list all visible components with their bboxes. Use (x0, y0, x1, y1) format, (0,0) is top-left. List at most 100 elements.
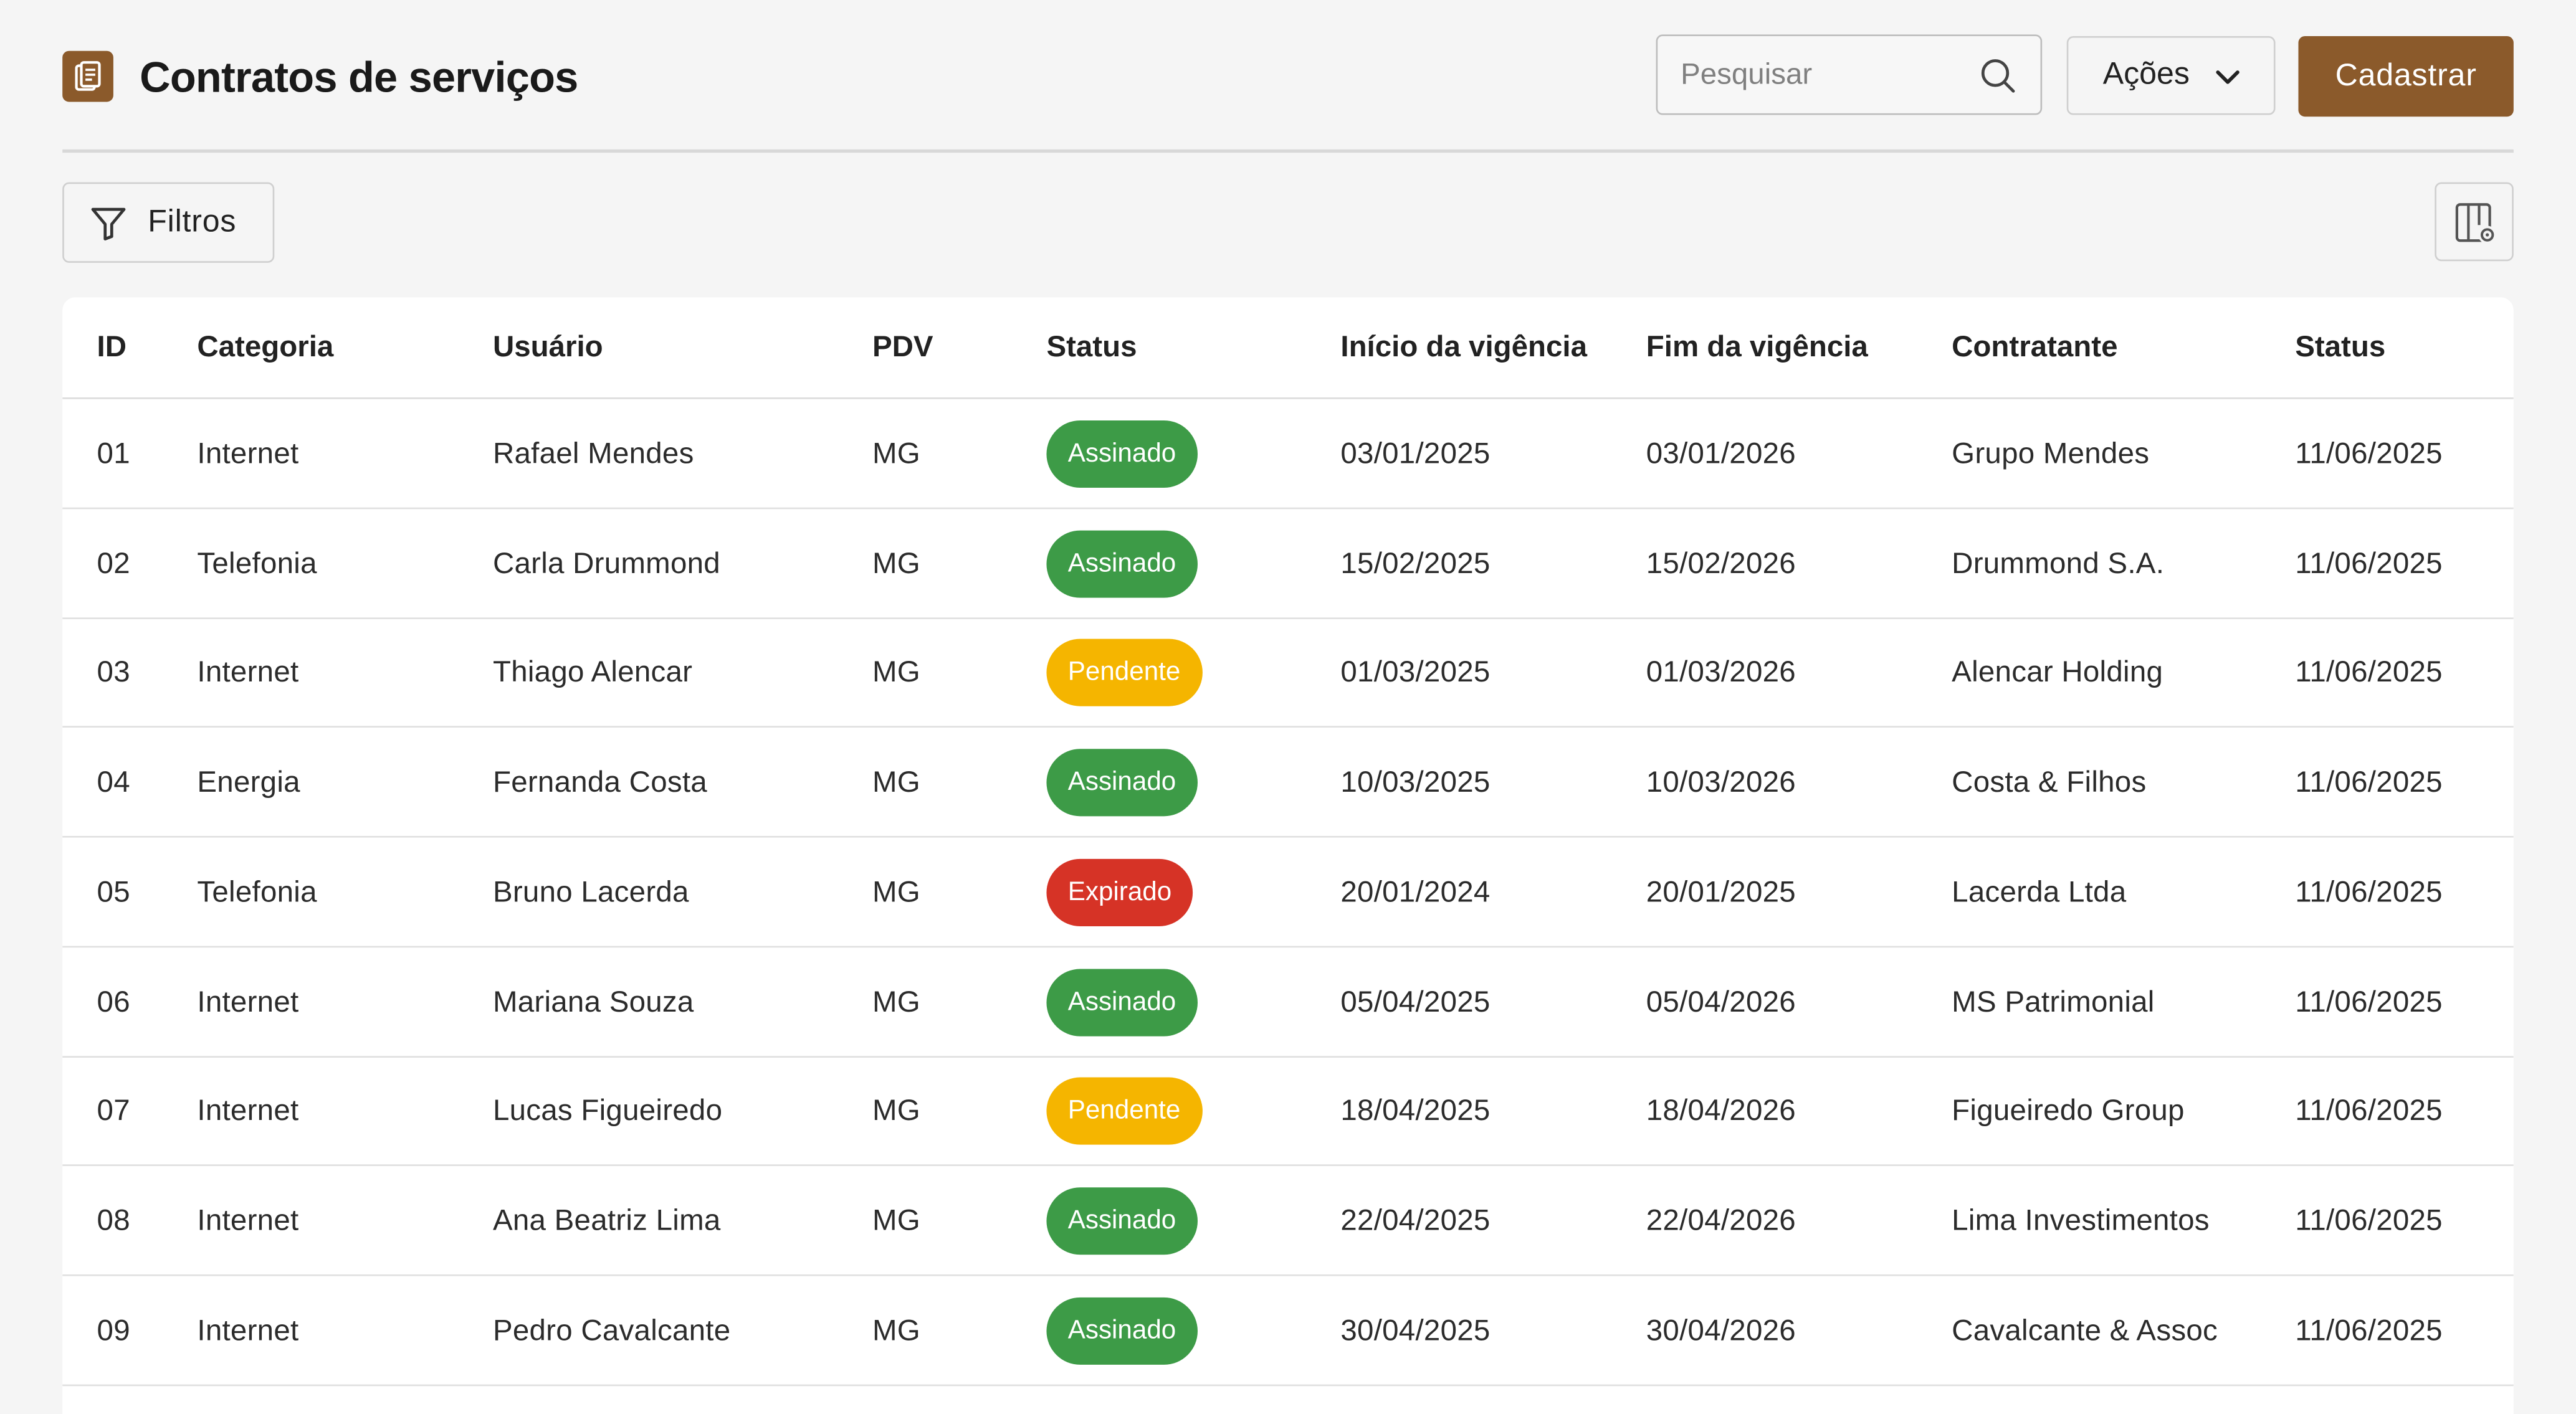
cell-pdv: MG (872, 875, 920, 908)
cell-id: 04 (97, 765, 130, 799)
page: Contratos de serviços Ações Cadastrar Fi… (0, 0, 2576, 1414)
cell-inicio: 10/03/2025 (1340, 765, 1491, 799)
table-row[interactable]: 07 Internet Lucas Figueiredo MG Pendente 18/0… (62, 1056, 2514, 1167)
search-input[interactable] (1681, 36, 1977, 113)
status-badge: Assinado (1046, 749, 1198, 817)
status-badge: Assinado (1046, 420, 1198, 488)
col-header-status[interactable]: Status (1046, 297, 1137, 396)
col-header-usuario[interactable]: Usuário (493, 297, 603, 396)
cell-pdv: MG (872, 655, 920, 689)
table-row[interactable]: 09 Internet Pedro Cavalcante MG Assinado 30/0… (62, 1275, 2514, 1386)
cell-contratante: Drummond S.A. (1952, 546, 2165, 579)
filters-button[interactable]: Filtros (62, 182, 275, 263)
col-header-fim[interactable]: Fim da vigência (1646, 297, 1868, 396)
cell-fim: 30/04/2026 (1646, 1313, 1796, 1346)
cell-fim: 01/03/2026 (1646, 655, 1796, 689)
table-row[interactable]: 06 Internet Mariana Souza MG Assinado 05/04/2… (62, 947, 2514, 1057)
table-row[interactable]: 01 Internet Rafael Mendes MG Assinado 03/01/2… (62, 399, 2514, 510)
actions-label: Ações (2102, 57, 2190, 92)
table-row[interactable]: 08 Internet Ana Beatriz Lima MG Assinado 22/0… (62, 1166, 2514, 1276)
cell-categoria: Internet (197, 984, 299, 1018)
cell-pdv: MG (872, 1313, 920, 1346)
table-row[interactable]: 05 Telefonia Bruno Lacerda MG Expirado 20/01/… (62, 837, 2514, 947)
cell-usuario: Pedro Cavalcante (492, 1313, 731, 1346)
register-button[interactable]: Cadastrar (2298, 36, 2514, 117)
status-badge: Assinado (1046, 968, 1198, 1036)
status-badge: Pendente (1046, 1078, 1202, 1146)
cell-contratante: Figueiredo Group (1952, 1094, 2185, 1127)
cell-id: 06 (97, 984, 130, 1018)
cell-fim: 18/04/2026 (1646, 1094, 1796, 1127)
cell-fim: 20/01/2025 (1646, 875, 1796, 908)
cell-categoria: Internet (197, 1094, 299, 1127)
contracts-table: ID Categoria Usuário PDV Status Início d… (62, 297, 2514, 1414)
col-header-pdv[interactable]: PDV (872, 297, 933, 396)
status-badge: Assinado (1046, 1187, 1198, 1255)
col-header-inicio[interactable]: Início da vigência (1340, 297, 1587, 396)
search-icon[interactable] (1978, 56, 2017, 95)
cell-contratante: Cavalcante & Assoc (1952, 1313, 2218, 1346)
cell-id: 05 (97, 875, 130, 908)
header-divider (62, 149, 2514, 153)
cell-inicio: 03/01/2025 (1340, 437, 1491, 470)
col-header-contratante[interactable]: Contratante (1952, 297, 2117, 396)
status-badge: Expirado (1046, 858, 1193, 926)
cell-inicio: 05/04/2025 (1340, 984, 1491, 1018)
table-row[interactable]: 02 Telefonia Carla Drummond MG Assinado 15/02… (62, 508, 2514, 619)
column-settings-button[interactable] (2435, 182, 2514, 262)
cell-inicio: 22/04/2025 (1340, 1203, 1491, 1236)
cell-usuario: Mariana Souza (492, 984, 694, 1018)
status-badge: Pendente (1046, 639, 1202, 707)
cell-usuario: Carla Drummond (492, 546, 720, 579)
chevron-down-icon (2216, 70, 2240, 84)
cell-inicio: 15/02/2025 (1340, 546, 1491, 579)
cell-usuario: Fernanda Costa (492, 765, 707, 799)
filter-icon (91, 207, 126, 240)
cell-usuario: Bruno Lacerda (492, 875, 689, 908)
cell-pdv: MG (872, 765, 920, 799)
actions-dropdown[interactable]: Ações (2066, 36, 2276, 115)
table-row[interactable]: 04 Energia Fernanda Costa MG Assinado 10/03/2… (62, 728, 2514, 838)
col-header-status-date[interactable]: Status (2295, 297, 2385, 396)
cell-usuario: Lucas Figueiredo (492, 1094, 723, 1127)
cell-inicio: 30/04/2025 (1340, 1313, 1491, 1346)
cell-fim: 22/04/2026 (1646, 1203, 1796, 1236)
col-header-id[interactable]: ID (97, 297, 126, 396)
cell-inicio: 01/03/2025 (1340, 655, 1491, 689)
app-layer: Contratos de serviços Ações Cadastrar Fi… (0, 0, 2576, 1414)
column-settings-icon (2455, 203, 2497, 244)
table-header: ID Categoria Usuário PDV Status Início d… (62, 297, 2514, 399)
cell-categoria: Internet (197, 1313, 299, 1346)
cell-contratante: Grupo Mendes (1952, 437, 2150, 470)
status-badge: Assinado (1046, 529, 1198, 597)
cell-id: 02 (97, 546, 130, 579)
cell-id: 07 (97, 1094, 130, 1127)
cell-data: 11/06/2025 (2295, 546, 2443, 579)
search-box[interactable] (1656, 34, 2043, 115)
cell-pdv: MG (872, 984, 920, 1018)
cell-contratante: Alencar Holding (1952, 655, 2163, 689)
cell-contratante: Lima Investimentos (1952, 1203, 2210, 1236)
cell-usuario: Thiago Alencar (492, 655, 693, 689)
cell-pdv: MG (872, 1203, 920, 1236)
cell-data: 11/06/2025 (2295, 437, 2443, 470)
cell-data: 11/06/2025 (2295, 765, 2443, 799)
cell-fim: 10/03/2026 (1646, 765, 1796, 799)
cell-inicio: 18/04/2025 (1340, 1094, 1491, 1127)
cell-usuario: Rafael Mendes (492, 437, 694, 470)
cell-fim: 03/01/2026 (1646, 437, 1796, 470)
cell-pdv: MG (872, 1094, 920, 1127)
status-badge: Assinado (1046, 1296, 1198, 1364)
cell-id: 08 (97, 1203, 130, 1236)
cell-categoria: Internet (197, 1203, 299, 1236)
col-header-categoria[interactable]: Categoria (197, 297, 333, 396)
cell-contratante: Lacerda Ltda (1952, 875, 2127, 908)
cell-fim: 15/02/2026 (1646, 546, 1796, 579)
cell-inicio: 20/01/2024 (1340, 875, 1491, 908)
cell-data: 11/06/2025 (2295, 1203, 2443, 1236)
cell-data: 11/06/2025 (2295, 1094, 2443, 1127)
cell-pdv: MG (872, 437, 920, 470)
filters-label: Filtros (148, 205, 237, 240)
table-row[interactable]: 03 Internet Thiago Alencar MG Pendente 01/03/… (62, 618, 2514, 728)
cell-data: 11/06/2025 (2295, 1313, 2443, 1346)
